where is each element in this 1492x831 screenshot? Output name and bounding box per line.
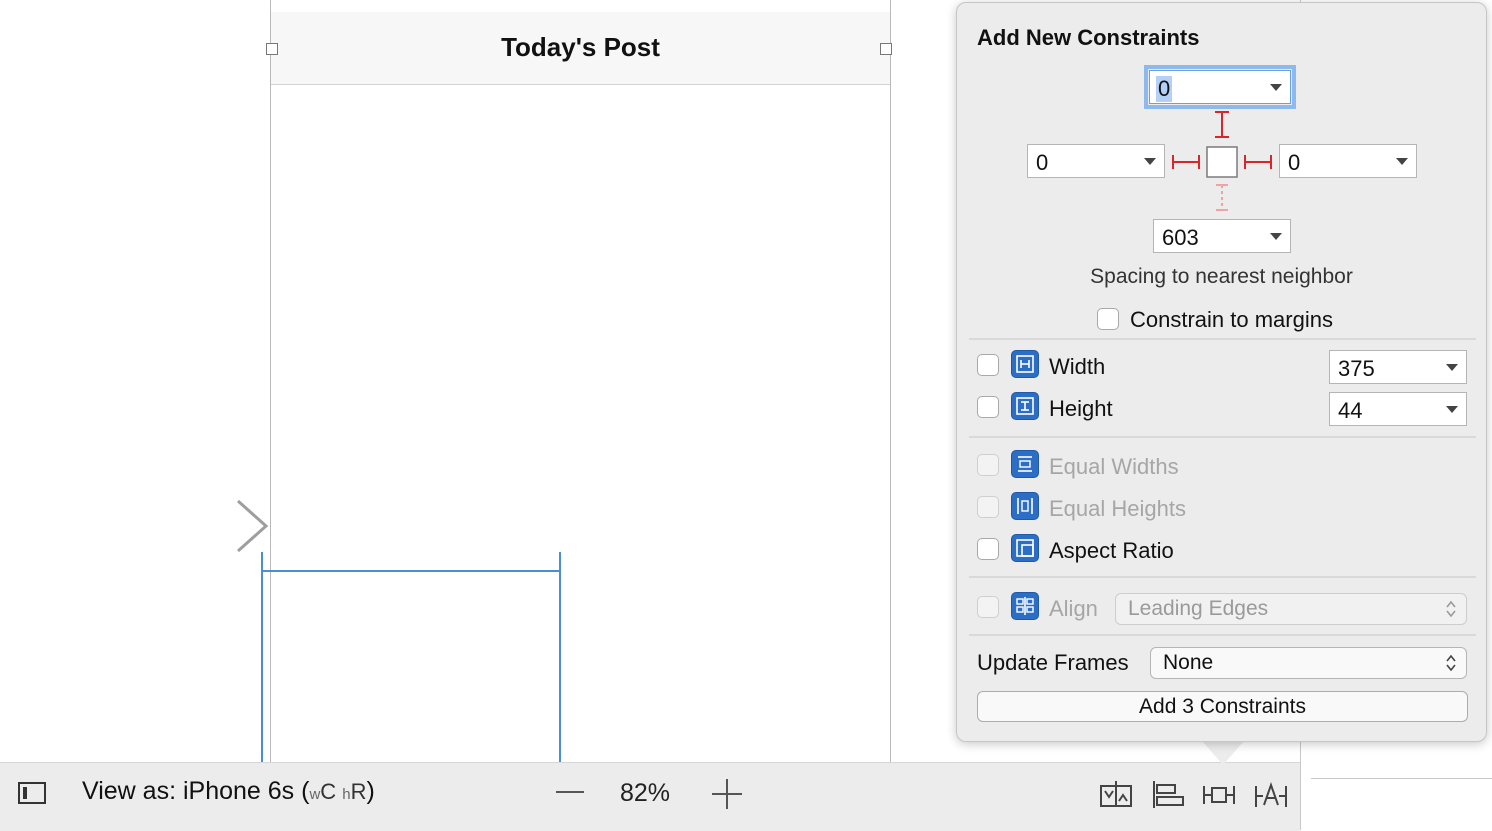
navigation-bar[interactable]: Today's Post: [271, 12, 890, 85]
divider: [969, 436, 1476, 438]
update-frames-label: Update Frames: [977, 650, 1129, 675]
width-checkbox[interactable]: [977, 354, 999, 376]
height-icon: [1011, 392, 1039, 420]
height-value-field[interactable]: 44: [1329, 392, 1467, 426]
constrain-to-margins-label: Constrain to margins: [1130, 307, 1333, 332]
view-box-icon: [1206, 146, 1238, 178]
update-frames-popup[interactable]: None: [1150, 647, 1467, 679]
resolve-issues-icon[interactable]: [1253, 777, 1289, 811]
top-constraint-icon[interactable]: [1215, 111, 1229, 138]
aspect-ratio-label: Aspect Ratio: [1049, 538, 1174, 563]
add-constraints-popover: Add New Constraints 0 0 0 603 Spacing to…: [956, 2, 1487, 742]
align-icon[interactable]: [1150, 777, 1186, 811]
chevron-down-icon[interactable]: [1446, 364, 1458, 371]
divider: [969, 576, 1476, 578]
equal-heights-checkbox[interactable]: [977, 496, 999, 518]
view-as-device-button[interactable]: View as: iPhone 6s (wC hR): [82, 777, 375, 806]
pin-icon[interactable]: [1201, 777, 1237, 811]
entry-point-arrow-icon: [104, 499, 269, 553]
chevron-down-icon[interactable]: [1270, 233, 1282, 240]
align-icon: [1011, 592, 1039, 620]
add-constraints-button[interactable]: Add 3 Constraints: [977, 691, 1468, 722]
sidebar-toggle-icon[interactable]: [18, 782, 46, 804]
divider: [969, 634, 1476, 636]
equal-heights-icon: [1011, 492, 1039, 520]
width-icon: [1011, 350, 1039, 378]
view-as-label: View as: iPhone 6s (: [82, 777, 310, 805]
stack-icon[interactable]: [1098, 777, 1134, 811]
size-class-label: wC hR: [309, 779, 367, 804]
zoom-level[interactable]: 82%: [620, 779, 670, 808]
divider: [969, 338, 1476, 340]
popover-title: Add New Constraints: [977, 25, 1200, 50]
align-popup[interactable]: Leading Edges: [1115, 593, 1467, 625]
chevron-down-icon[interactable]: [1396, 158, 1408, 165]
zoom-out-button[interactable]: [556, 791, 584, 793]
chevron-down-icon[interactable]: [1144, 158, 1156, 165]
equal-heights-label: Equal Heights: [1049, 496, 1186, 521]
trailing-constraint-icon[interactable]: [1244, 155, 1272, 169]
aspect-ratio-checkbox[interactable]: [977, 538, 999, 560]
equal-widths-label: Equal Widths: [1049, 454, 1179, 479]
up-down-chevron-icon: [1446, 600, 1456, 618]
chevron-down-icon[interactable]: [1270, 84, 1282, 91]
spacing-diagram: [1172, 111, 1272, 211]
height-checkbox[interactable]: [977, 396, 999, 418]
resize-handle-right[interactable]: [880, 43, 892, 55]
popover-arrow: [1202, 741, 1244, 765]
bottom-spacing-field[interactable]: 603: [1153, 219, 1291, 253]
canvas-bottom-bar: View as: iPhone 6s (wC hR) 82%: [0, 762, 1300, 831]
constrain-to-margins-checkbox[interactable]: [1097, 308, 1119, 330]
bottom-constraint-icon[interactable]: [1216, 184, 1228, 211]
top-spacing-field[interactable]: 0: [1144, 65, 1296, 109]
align-label: Align: [1049, 596, 1098, 621]
chevron-down-icon[interactable]: [1446, 406, 1458, 413]
zoom-in-button[interactable]: [712, 779, 742, 809]
selected-view-frame[interactable]: [258, 552, 568, 767]
navigation-bar-title: Today's Post: [501, 32, 660, 62]
leading-constraint-icon[interactable]: [1172, 155, 1200, 169]
height-label: Height: [1049, 396, 1113, 421]
resize-handle-left[interactable]: [266, 43, 278, 55]
width-label: Width: [1049, 354, 1106, 379]
aspect-ratio-icon: [1011, 534, 1039, 562]
width-value-field[interactable]: 375: [1329, 350, 1467, 384]
leading-spacing-field[interactable]: 0: [1027, 144, 1165, 178]
up-down-chevron-icon: [1446, 654, 1456, 672]
align-checkbox[interactable]: [977, 596, 999, 618]
equal-widths-checkbox[interactable]: [977, 454, 999, 476]
equal-widths-icon: [1011, 450, 1039, 478]
spacing-caption: Spacing to nearest neighbor: [1090, 265, 1353, 288]
trailing-spacing-field[interactable]: 0: [1279, 144, 1417, 178]
